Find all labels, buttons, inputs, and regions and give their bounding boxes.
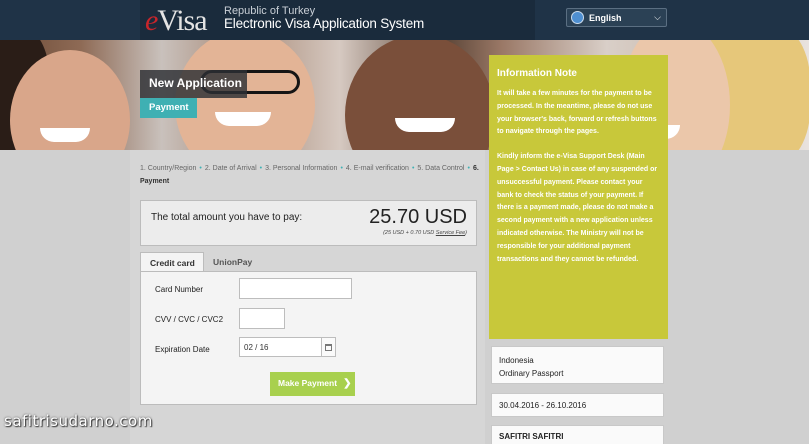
breadcrumb-step-5[interactable]: 5. Data Control (417, 165, 464, 172)
header-title: Electronic Visa Application System (224, 16, 425, 31)
card-number-input[interactable] (239, 278, 352, 299)
language-label: English (589, 12, 622, 23)
cvv-label: CVV / CVC / CVC2 (155, 315, 224, 324)
dates-card: 30.04.2016 - 26.10.2016 (491, 393, 664, 417)
card-number-label: Card Number (155, 285, 204, 294)
amount-label: The total amount you have to pay: (151, 212, 303, 223)
info-paragraph-1: It will take a few minutes for the payme… (497, 90, 657, 136)
breadcrumb-separator: • (467, 165, 470, 172)
breadcrumb-separator: • (199, 165, 202, 172)
hero-banner (0, 40, 809, 150)
logo-e: e (145, 4, 158, 37)
watermark: safitrisudarno.com (4, 412, 153, 430)
info-title: Information Note (497, 68, 577, 79)
breadcrumb-separator: • (259, 165, 263, 172)
breadcrumb-step-2[interactable]: 2. Date of Arrival (205, 165, 257, 172)
info-paragraph-2: Kindly inform the e-Visa Support Desk (M… (497, 153, 658, 263)
payment-form: Card Number CVV / CVC / CVC2 Expiration … (140, 271, 477, 405)
applicant-name: SAFITRI SAFITRI (499, 432, 564, 441)
section-title: New Application (140, 70, 247, 98)
amount-detail-close: ) (465, 230, 467, 236)
total-amount-box: The total amount you have to pay: 25.70 … (140, 200, 477, 246)
language-select[interactable]: English ⌵ (566, 8, 667, 27)
globe-icon (571, 11, 584, 24)
calendar-icon[interactable] (322, 337, 336, 357)
banner-photo-person (345, 40, 495, 150)
breadcrumb-step-3[interactable]: 3. Personal Information (265, 165, 337, 172)
tab-unionpay[interactable]: UnionPay (204, 252, 264, 272)
banner-photo-smile (395, 118, 455, 132)
logo-text: Visa (157, 4, 207, 37)
cvv-input[interactable] (239, 308, 285, 329)
breadcrumb-separator: • (411, 165, 415, 172)
step-label: Payment (140, 98, 197, 118)
breadcrumb-separator: • (340, 165, 343, 172)
country-value: Indonesia (499, 356, 534, 365)
evisa-logo[interactable]: eVisa (145, 4, 208, 38)
amount-detail-text: (25 USD + 0.70 USD (383, 230, 436, 236)
chevron-down-icon: ⌵ (654, 12, 661, 22)
name-card: SAFITRI SAFITRI (491, 425, 664, 444)
breadcrumb: 1. Country/Region • 2. Date of Arrival • 3. … (140, 162, 480, 188)
amount-value: 25.70 USD (369, 206, 467, 228)
dates-value: 30.04.2016 - 26.10.2016 (499, 401, 587, 410)
breadcrumb-step-1[interactable]: 1. Country/Region (140, 165, 196, 172)
chevron-right-icon: ❯ (343, 378, 352, 389)
banner-photo-smile (215, 112, 271, 126)
breadcrumb-step-4[interactable]: 4. E-mail verification (346, 165, 409, 172)
passport-value: Ordinary Passport (499, 369, 564, 378)
information-note: Information Note It will take a few minu… (489, 55, 668, 339)
nationality-card: Indonesia Ordinary Passport (491, 346, 664, 384)
banner-photo-smile (40, 128, 90, 142)
expiration-input[interactable] (239, 337, 322, 357)
tab-credit-card[interactable]: Credit card (140, 252, 204, 272)
expiration-label: Expiration Date (155, 345, 210, 354)
make-payment-button[interactable]: Make Payment ❯ (270, 372, 355, 396)
amount-detail: (25 USD + 0.70 USD Service Fee) (383, 230, 467, 236)
service-fee-link[interactable]: Service Fee (436, 230, 465, 236)
make-payment-label: Make Payment (278, 378, 338, 388)
